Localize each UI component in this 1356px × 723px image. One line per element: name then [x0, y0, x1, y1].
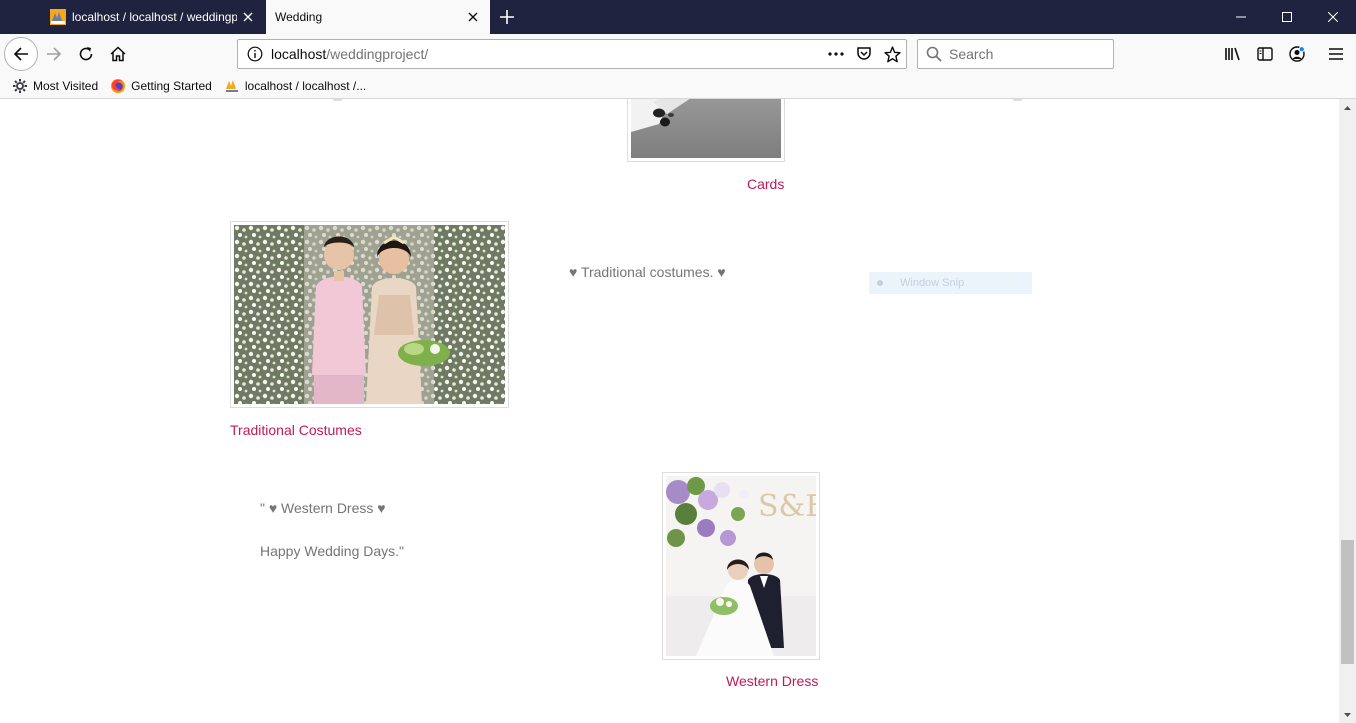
home-button[interactable] [102, 38, 134, 70]
pocket-button[interactable] [850, 40, 878, 68]
reload-icon [79, 47, 93, 61]
scroll-down-arrow-icon[interactable] [1339, 706, 1356, 723]
tab-title: localhost / localhost / weddingpro [72, 10, 237, 24]
plus-icon [500, 10, 514, 24]
page-content: Cards ♥ Traditional costumes. ♥ Traditio… [0, 99, 1339, 723]
account-icon [1289, 46, 1305, 62]
window-snip-label: Window Snip [900, 277, 965, 289]
monogram-text: S&E [758, 489, 816, 524]
sidebar-button[interactable] [1249, 38, 1281, 70]
url-path: /weddingproject/ [326, 46, 429, 62]
scroll-up-arrow-icon[interactable] [1339, 99, 1356, 116]
minimize-button[interactable] [1218, 0, 1264, 34]
window-snip-overlay: Window Snip [869, 272, 1032, 294]
url-text[interactable]: localhost/weddingproject/ [271, 46, 822, 62]
cards-photo[interactable] [627, 99, 785, 162]
arrow-left-icon [13, 47, 28, 61]
navigation-toolbar: localhost/weddingproject/ [0, 34, 1356, 74]
traditional-costumes-image [234, 225, 505, 404]
star-icon [883, 45, 901, 62]
bookmark-star-button[interactable] [878, 40, 906, 68]
tab-close-icon[interactable] [237, 6, 259, 28]
forward-button[interactable] [38, 38, 70, 70]
snip-dot-icon [877, 280, 883, 286]
tab-wedding[interactable]: Wedding [266, 0, 490, 34]
cards-image [631, 99, 781, 158]
pocket-icon [857, 47, 871, 60]
western-dress-photo[interactable]: S&E [662, 472, 820, 660]
traditional-costumes-photo[interactable] [230, 221, 509, 408]
new-tab-button[interactable] [494, 5, 520, 29]
bookmark-label: Getting Started [131, 79, 212, 93]
back-button[interactable] [4, 37, 38, 71]
search-bar[interactable] [917, 39, 1114, 69]
arrow-right-icon [47, 47, 62, 61]
search-input[interactable] [949, 46, 1099, 62]
sidebar-icon [1257, 47, 1273, 61]
bookmark-label: Most Visited [33, 79, 99, 93]
menu-button[interactable] [1320, 38, 1352, 70]
bookmark-getting-started[interactable]: Getting Started [110, 75, 212, 97]
bookmark-phpmyadmin[interactable]: localhost / localhost /... [224, 75, 366, 97]
western-dress-description-line2: Happy Wedding Days." [260, 543, 405, 559]
home-icon [110, 46, 126, 62]
url-bar[interactable]: localhost/weddingproject/ [237, 39, 907, 69]
traditional-costumes-caption[interactable]: Traditional Costumes [230, 422, 362, 438]
cards-caption[interactable]: Cards [747, 176, 784, 192]
tab-title: Wedding [275, 10, 323, 24]
scrolled-content-fragment [333, 99, 342, 101]
maximize-button[interactable] [1264, 0, 1310, 34]
search-icon [926, 46, 942, 62]
more-icon [828, 52, 844, 56]
reload-button[interactable] [70, 38, 102, 70]
info-icon[interactable] [247, 46, 263, 62]
library-button[interactable] [1217, 38, 1249, 70]
gear-icon [13, 79, 27, 93]
page-actions-button[interactable] [822, 40, 850, 68]
scrolled-content-fragment [1013, 99, 1022, 101]
close-window-button[interactable] [1310, 0, 1356, 34]
traditional-costumes-description: ♥ Traditional costumes. ♥ [569, 264, 726, 280]
url-host: localhost [271, 46, 327, 62]
bookmarks-toolbar: Most Visited Getting Started localhost /… [0, 74, 1356, 99]
close-icon [1328, 12, 1338, 22]
minimize-icon [1236, 16, 1246, 18]
tab-phpmyadmin[interactable]: localhost / localhost / weddingpro [41, 0, 265, 34]
western-dress-image: S&E [666, 476, 816, 656]
phpmyadmin-icon [224, 80, 239, 93]
title-bar: localhost / localhost / weddingpro Weddi… [0, 0, 1356, 34]
vertical-scrollbar[interactable] [1339, 99, 1356, 723]
western-dress-caption[interactable]: Western Dress [726, 673, 818, 689]
hamburger-menu-icon [1329, 48, 1343, 60]
scrollbar-thumb[interactable] [1341, 540, 1354, 664]
maximize-icon [1282, 12, 1292, 22]
library-icon [1225, 47, 1240, 61]
bookmark-most-visited[interactable]: Most Visited [12, 75, 98, 97]
western-dress-description-line1: " ♥ Western Dress ♥ [260, 500, 386, 516]
bookmark-label: localhost / localhost /... [244, 79, 367, 93]
firefox-icon [111, 79, 126, 93]
account-button[interactable] [1281, 38, 1313, 70]
phpmyadmin-icon [50, 9, 66, 25]
tab-close-icon[interactable] [462, 6, 484, 28]
